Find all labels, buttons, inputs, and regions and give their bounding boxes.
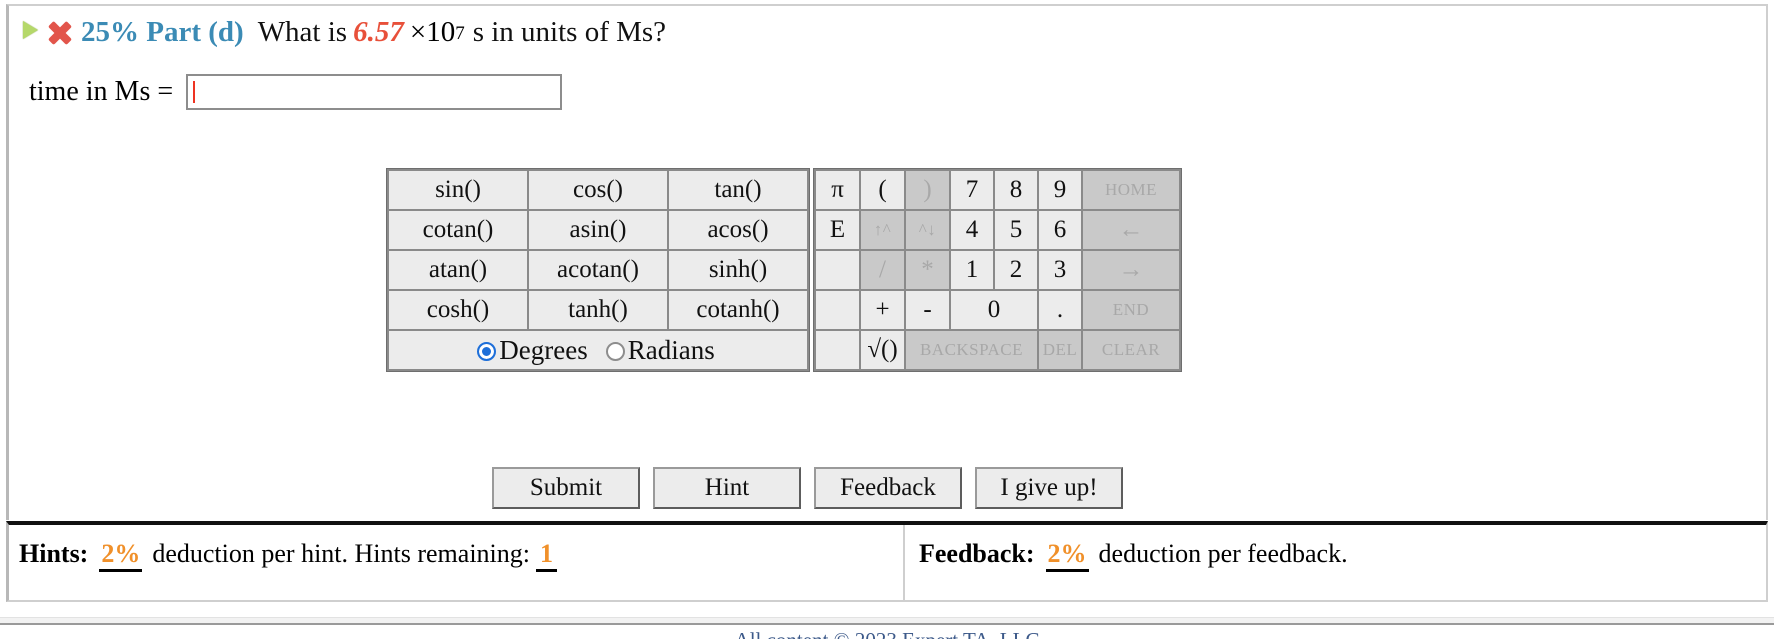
question-value: 6.57 [353, 16, 404, 48]
key-multiply: * [906, 251, 949, 289]
key-1[interactable]: 1 [951, 251, 993, 289]
table-row: sin() cos() tan() [389, 171, 807, 209]
feedback-deduction-text: deduction per feedback. [1098, 539, 1348, 568]
key-sinh[interactable]: sinh() [669, 251, 807, 289]
footer-divider [0, 617, 1774, 625]
degrees-radio-icon[interactable] [477, 341, 497, 361]
answer-label: time in Ms = [29, 76, 174, 107]
hints-deduction-panel: Hints: 2% deduction per hint. Hints remain… [9, 525, 905, 600]
table-row: E ↑^ ^↓ 4 5 6 ← [816, 211, 1179, 249]
question-prompt-tail: s in units of Ms? [472, 16, 667, 48]
radians-radio-icon[interactable] [605, 341, 625, 361]
action-button-row: Submit Hint Feedback I give up! [492, 467, 1123, 509]
degrees-label: Degrees [499, 334, 588, 365]
key-5[interactable]: 5 [995, 211, 1037, 249]
key-blank-2 [816, 291, 859, 329]
radians-label: Radians [627, 334, 715, 365]
hint-button[interactable]: Hint [653, 467, 801, 509]
key-asin[interactable]: asin() [529, 211, 667, 249]
feedback-deduction-percent: 2% [1045, 539, 1089, 572]
table-row: Degrees Radians [389, 331, 807, 369]
key-2[interactable]: 2 [995, 251, 1037, 289]
expand-triangle-icon[interactable] [23, 21, 38, 39]
key-cos[interactable]: cos() [529, 171, 667, 209]
question-frame: 25% Part (d) What is 6.57 ×10 7 s in unit… [6, 4, 1768, 520]
exercise-page: 25% Part (d) What is 6.57 ×10 7 s in unit… [0, 0, 1774, 639]
table-row: / * 1 2 3 → [816, 251, 1179, 289]
key-acos[interactable]: acos() [669, 211, 807, 249]
calculator-keypad: sin() cos() tan() cotan() asin() acos() … [386, 168, 1182, 372]
key-plus[interactable]: + [861, 291, 904, 329]
key-e[interactable]: E [816, 211, 859, 249]
key-minus[interactable]: - [906, 291, 949, 329]
key-acotan[interactable]: acotan() [529, 251, 667, 289]
degrees-option[interactable]: Degrees [477, 335, 591, 366]
copyright-text: All content © 2023 Expert TA, LLC [0, 628, 1774, 639]
key-6[interactable]: 6 [1039, 211, 1081, 249]
key-end: END [1083, 291, 1179, 329]
key-0[interactable]: 0 [951, 291, 1037, 329]
feedback-title: Feedback: [919, 539, 1035, 568]
angle-mode-row: Degrees Radians [389, 331, 807, 369]
give-up-button[interactable]: I give up! [975, 467, 1123, 509]
table-row: cosh() tanh() cotanh() [389, 291, 807, 329]
key-left-arrow: ← [1083, 211, 1179, 249]
key-cotan[interactable]: cotan() [389, 211, 527, 249]
table-row: π ( ) 7 8 9 HOME [816, 171, 1179, 209]
text-caret [193, 81, 196, 103]
key-cosh[interactable]: cosh() [389, 291, 527, 329]
key-right-arrow: → [1083, 251, 1179, 289]
feedback-deduction-panel: Feedback: 2% deduction per feedback. [905, 525, 1766, 600]
key-4[interactable]: 4 [951, 211, 993, 249]
hints-remaining-count: 1 [536, 539, 557, 572]
key-blank-1 [816, 251, 859, 289]
page-footer: All content © 2023 Expert TA, LLC [0, 604, 1774, 639]
table-row: cotan() asin() acos() [389, 211, 807, 249]
question-prompt-lead: What is [257, 16, 348, 48]
radians-option[interactable]: Radians [605, 334, 719, 366]
deduction-bar: Hints: 2% deduction per hint. Hints remain… [6, 521, 1768, 602]
calculator-numeric-table: π ( ) 7 8 9 HOME E ↑^ ^↓ 4 5 6 ← / * 1 2… [813, 168, 1182, 372]
key-divide: / [861, 251, 904, 289]
answer-input[interactable] [186, 74, 563, 110]
table-row: √() BACKSPACE DEL CLEAR [816, 331, 1179, 369]
key-tan[interactable]: tan() [669, 171, 807, 209]
question-times-ten: ×10 [409, 16, 456, 48]
key-home: HOME [1083, 171, 1179, 209]
key-clear: CLEAR [1083, 331, 1179, 369]
key-pi[interactable]: π [816, 171, 859, 209]
key-atan[interactable]: atan() [389, 251, 527, 289]
key-backspace: BACKSPACE [906, 331, 1037, 369]
key-del: DEL [1039, 331, 1081, 369]
key-3[interactable]: 3 [1039, 251, 1081, 289]
hints-deduction-text: deduction per hint. Hints remaining: [152, 539, 530, 568]
submit-button[interactable]: Submit [492, 467, 640, 509]
question-exponent: 7 [455, 23, 465, 44]
key-tanh[interactable]: tanh() [529, 291, 667, 329]
key-decimal[interactable]: . [1039, 291, 1081, 329]
feedback-button[interactable]: Feedback [814, 467, 962, 509]
key-cotanh[interactable]: cotanh() [669, 291, 807, 329]
key-sin[interactable]: sin() [389, 171, 527, 209]
hints-title: Hints: [19, 539, 89, 568]
part-label: 25% Part (d) [81, 16, 244, 48]
table-row: + - 0 . END [816, 291, 1179, 329]
key-9[interactable]: 9 [1039, 171, 1081, 209]
key-open-paren[interactable]: ( [861, 171, 904, 209]
key-7[interactable]: 7 [951, 171, 993, 209]
answer-row: time in Ms = [29, 74, 563, 110]
key-blank-3 [816, 331, 859, 369]
incorrect-x-icon [49, 22, 71, 44]
key-caret-up: ↑^ [861, 211, 904, 249]
calculator-functions-table: sin() cos() tan() cotan() asin() acos() … [386, 168, 810, 372]
question-header: 25% Part (d) What is 6.57 ×10 7 s in unit… [23, 16, 666, 49]
key-8[interactable]: 8 [995, 171, 1037, 209]
key-close-paren: ) [906, 171, 949, 209]
key-sqrt[interactable]: √() [861, 331, 904, 369]
table-row: atan() acotan() sinh() [389, 251, 807, 289]
hints-deduction-percent: 2% [99, 539, 143, 572]
key-caret-down: ^↓ [906, 211, 949, 249]
